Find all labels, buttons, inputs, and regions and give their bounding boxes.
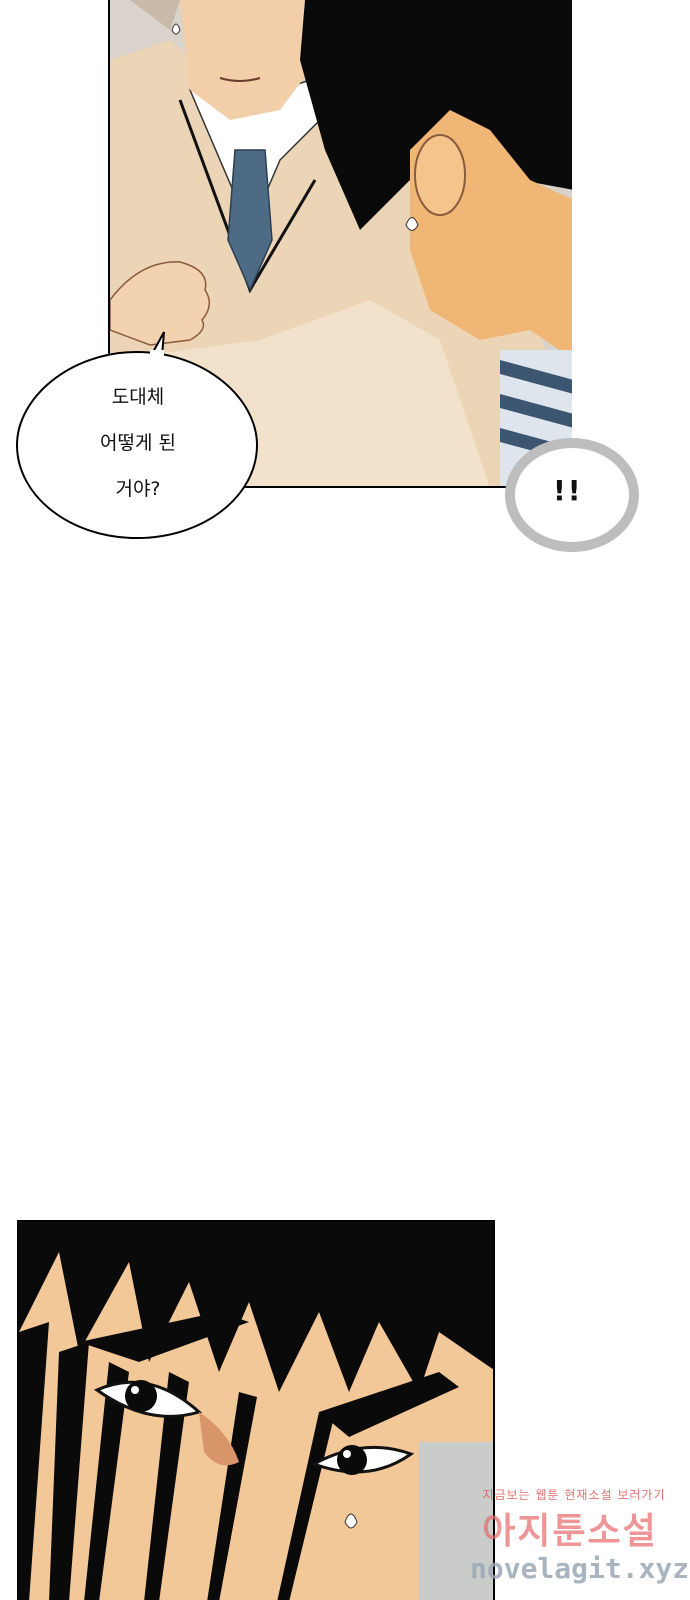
- watermark-brand: 아지툰소설: [482, 1511, 658, 1552]
- panel-artwork-eyes: [19, 1222, 493, 1600]
- watermark-tagline: 지금보는 웹툰 현재소설 보러가기: [482, 1488, 666, 1502]
- speech-line-1: 도대체: [111, 386, 165, 408]
- watermark-url: novelagit.xyz: [470, 1552, 690, 1585]
- speech-line-2: 어떻게 된: [100, 432, 176, 454]
- comic-panel-bottom: [17, 1220, 495, 1600]
- speech-line-3: 거야?: [115, 478, 161, 500]
- reaction-text: !!: [553, 474, 583, 507]
- speech-bubble-text: 도대체 어떻게 된 거야?: [56, 374, 220, 512]
